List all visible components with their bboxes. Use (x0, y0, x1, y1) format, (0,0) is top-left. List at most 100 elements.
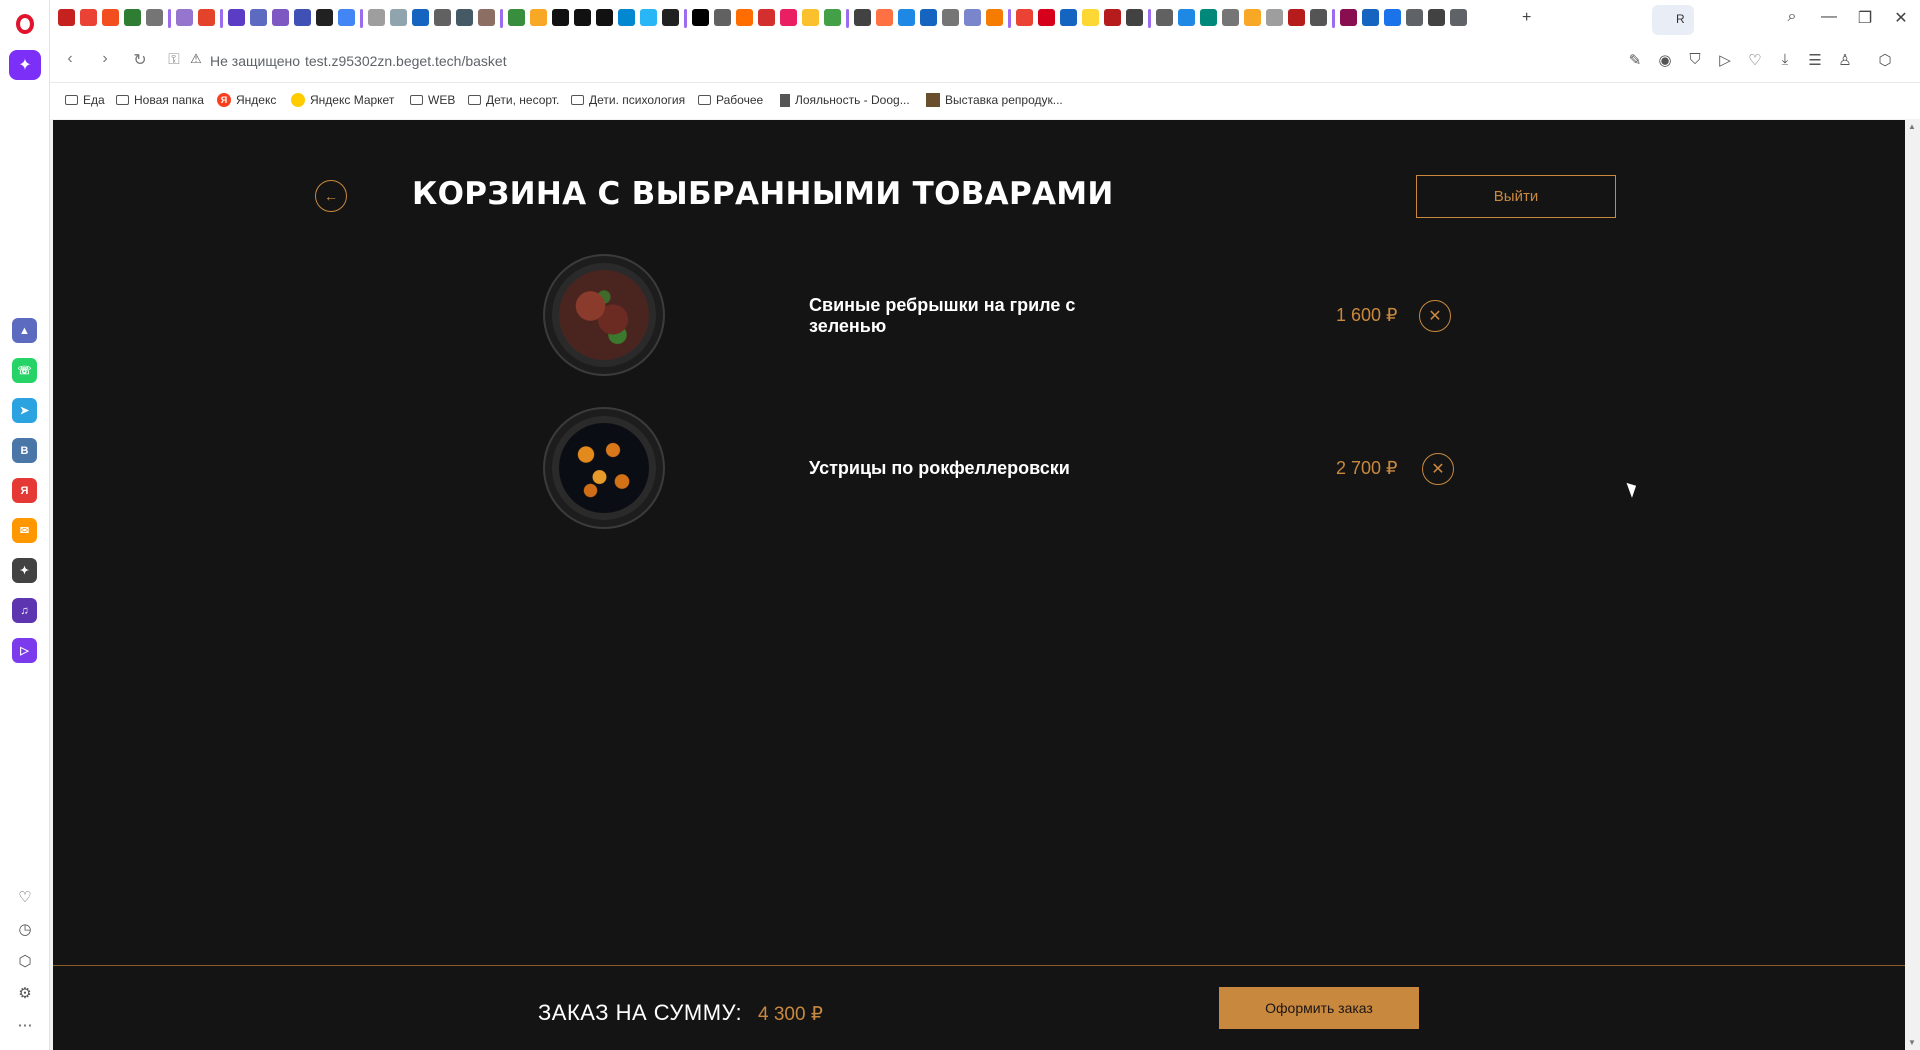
tab-favicon-icon[interactable] (368, 9, 385, 26)
tab-favicon-icon[interactable] (508, 9, 525, 26)
mail-icon[interactable]: ✉ (12, 518, 37, 543)
tab-favicon-icon[interactable] (596, 9, 613, 26)
tab-favicon-icon[interactable] (1156, 9, 1173, 26)
heart-bookmark-icon[interactable]: ♡ (1746, 51, 1764, 69)
url-field[interactable]: test.z95302zn.beget.tech/basket (305, 53, 507, 69)
logout-button[interactable]: Выйти (1416, 175, 1616, 218)
back-arrow-button[interactable]: ← (315, 180, 347, 212)
tab-favicon-icon[interactable] (228, 9, 245, 26)
tab-favicon-icon[interactable] (58, 9, 75, 26)
opera-logo-icon[interactable] (16, 14, 34, 34)
tab-favicon-icon[interactable] (854, 9, 871, 26)
tab-favicon-icon[interactable] (250, 9, 267, 26)
tab-favicon-icon[interactable] (898, 9, 915, 26)
tab-favicon-icon[interactable] (530, 9, 547, 26)
send-icon[interactable]: ▷ (1716, 51, 1734, 69)
player-icon[interactable]: ▷ (12, 638, 37, 663)
tab-favicon-icon[interactable] (964, 9, 981, 26)
tab-favicon-icon[interactable] (876, 9, 893, 26)
minimize-icon[interactable]: — (1816, 8, 1842, 26)
tab-favicon-icon[interactable] (1104, 9, 1121, 26)
tab-favicon-icon[interactable] (1310, 9, 1327, 26)
tab-favicon-icon[interactable] (80, 9, 97, 26)
tab-favicon-icon[interactable] (802, 9, 819, 26)
tab-favicon-icon[interactable] (1126, 9, 1143, 26)
tab-favicon-icon[interactable] (272, 9, 289, 26)
checkout-button[interactable]: Оформить заказ (1219, 987, 1419, 1029)
tab-favicon-icon[interactable] (552, 9, 569, 26)
tab-favicon-icon[interactable] (1288, 9, 1305, 26)
tab-favicon-icon[interactable] (920, 9, 937, 26)
more-icon[interactable]: ⋯ (13, 1013, 37, 1037)
tab-favicon-icon[interactable] (1362, 9, 1379, 26)
back-icon[interactable]: ‹ (60, 50, 80, 68)
reload-icon[interactable]: ↻ (130, 50, 150, 70)
tab-favicon-icon[interactable] (294, 9, 311, 26)
forward-icon[interactable]: › (95, 50, 115, 68)
tab-favicon-icon[interactable] (662, 9, 679, 26)
star-icon[interactable]: ✦ (9, 50, 41, 80)
tab-favicon-icon[interactable] (1200, 9, 1217, 26)
tab-favicon-icon[interactable] (198, 9, 215, 26)
bookmark-new-folder[interactable]: Новая папка (116, 93, 204, 107)
tab-favicon-icon[interactable] (1428, 9, 1445, 26)
shield-icon[interactable]: ⛉ (1686, 51, 1704, 68)
easy-setup-icon[interactable]: ☰ (1806, 51, 1824, 69)
tab-favicon-icon[interactable] (1384, 9, 1401, 26)
box-icon[interactable]: ⬡ (1876, 51, 1894, 69)
profile-icon[interactable]: ♙ (1836, 51, 1854, 69)
tab-favicon-icon[interactable] (1060, 9, 1077, 26)
tab-favicon-icon[interactable] (1038, 9, 1055, 26)
bookmark-kids-misc[interactable]: Дети, несорт. (468, 93, 559, 107)
bookmark-work[interactable]: Рабочее (698, 93, 763, 107)
tab-favicon-icon[interactable] (824, 9, 841, 26)
close-window-icon[interactable]: ✕ (1888, 8, 1914, 28)
tab-favicon-icon[interactable] (390, 9, 407, 26)
edit-icon[interactable]: ✎ (1626, 51, 1644, 69)
bookmark-loyalty[interactable]: Лояльность - Doog... (780, 93, 910, 107)
tab-favicon-icon[interactable] (146, 9, 163, 26)
bookmark-exhibition[interactable]: Выставка репродук... (926, 93, 1063, 107)
tab-favicon-icon[interactable] (124, 9, 141, 26)
tab-favicon-icon[interactable] (1450, 9, 1467, 26)
tab-favicon-icon[interactable] (714, 9, 731, 26)
tab-favicon-icon[interactable] (780, 9, 797, 26)
bookmark-yandex[interactable]: Я Яндекс (217, 93, 276, 107)
restore-icon[interactable]: ❐ (1852, 8, 1878, 28)
tab-favicon-icon[interactable] (618, 9, 635, 26)
aria-app-icon[interactable]: ▲ (12, 318, 37, 343)
tab-favicon-icon[interactable] (1244, 9, 1261, 26)
camera-icon[interactable]: ◉ (1656, 51, 1674, 69)
security-status[interactable]: Не защищено (210, 53, 300, 69)
tab-favicon-icon[interactable] (1340, 9, 1357, 26)
tab-favicon-icon[interactable] (412, 9, 429, 26)
tab-favicon-icon[interactable] (176, 9, 193, 26)
tab-favicon-icon[interactable] (478, 9, 495, 26)
tab-favicon-icon[interactable] (574, 9, 591, 26)
tab-favicon-icon[interactable] (986, 9, 1003, 26)
tab-favicon-icon[interactable] (1178, 9, 1195, 26)
remove-item-button[interactable]: ✕ (1422, 453, 1454, 485)
tab-favicon-icon[interactable] (942, 9, 959, 26)
vk-icon[interactable]: В (12, 438, 37, 463)
warning-icon[interactable]: ⚠ (187, 51, 205, 67)
bookmark-web[interactable]: WEB (410, 93, 455, 107)
tab-favicon-icon[interactable] (758, 9, 775, 26)
tab-favicon-icon[interactable] (338, 9, 355, 26)
tab-search-icon[interactable]: ⌕ (1779, 8, 1805, 26)
tab-favicon-icon[interactable] (456, 9, 473, 26)
download-icon[interactable]: ⤓ (1776, 51, 1794, 68)
scroll-down-icon[interactable]: ▼ (1908, 1038, 1916, 1047)
key-icon[interactable]: ⚿ (165, 51, 183, 68)
page-scrollbar[interactable]: ▲ ▼ (1905, 120, 1920, 1050)
tab-favicon-icon[interactable] (1406, 9, 1423, 26)
tab-favicon-icon[interactable] (102, 9, 119, 26)
active-tab[interactable]: R (1652, 5, 1694, 35)
music-icon[interactable]: ♫ (12, 598, 37, 623)
bookmark-eda[interactable]: Еда (65, 93, 105, 107)
tab-favicon-icon[interactable] (736, 9, 753, 26)
cube-icon[interactable]: ⬡ (13, 949, 37, 973)
remove-item-button[interactable]: ✕ (1419, 300, 1451, 332)
bookmark-yandex-market[interactable]: Яндекс Маркет (291, 93, 394, 107)
tab-favicon-icon[interactable] (1082, 9, 1099, 26)
